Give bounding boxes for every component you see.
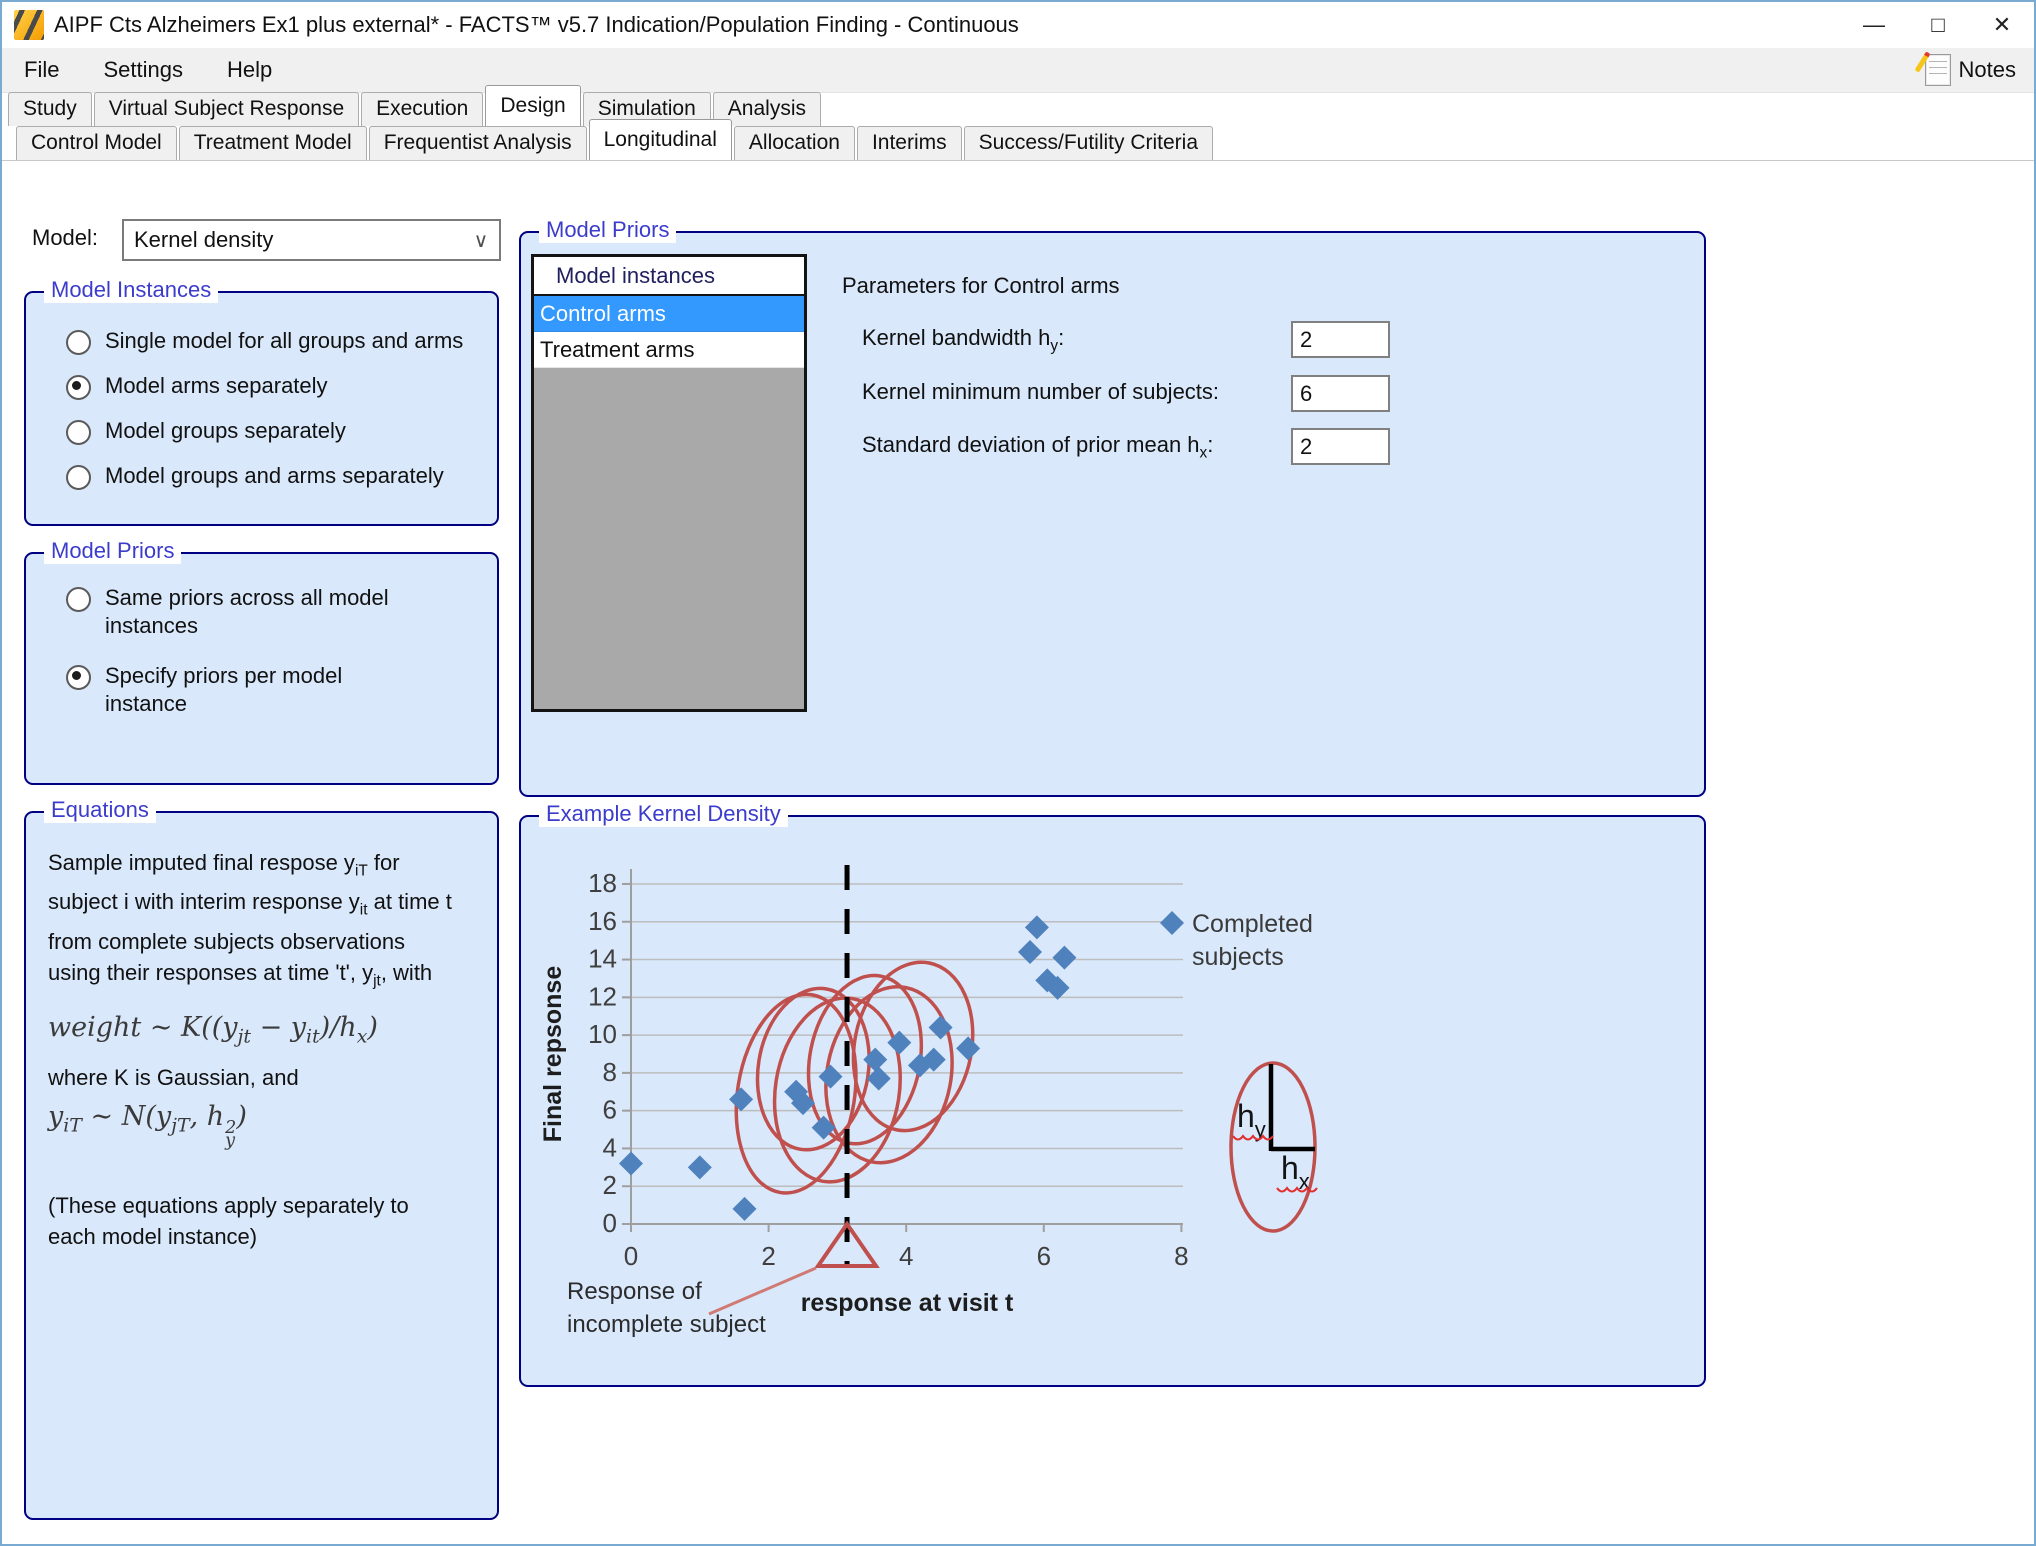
listbox-header: Model instances <box>534 257 804 296</box>
svg-text:hx: hx <box>1281 1150 1310 1194</box>
svg-text:8: 8 <box>1174 1241 1188 1271</box>
radio-model-groups-separately[interactable]: Model groups separately <box>66 417 497 445</box>
app-window: AIPF Cts Alzheimers Ex1 plus external* -… <box>0 0 2036 1546</box>
equations-paragraph: Sample imputed final respose yiT for sub… <box>48 847 479 996</box>
radio-circle-selected <box>66 375 91 400</box>
model-label: Model: <box>32 225 98 251</box>
example-kernel-density-caption: Example Kernel Density <box>539 801 788 827</box>
tab-longitudinal[interactable]: Longitudinal <box>589 119 732 160</box>
svg-text:4: 4 <box>603 1132 617 1162</box>
svg-text:6: 6 <box>603 1095 617 1125</box>
kernel-min-subjects-label: Kernel minimum number of subjects: <box>862 379 1219 405</box>
svg-text:subjects: subjects <box>1192 943 1284 971</box>
svg-text:10: 10 <box>588 1019 617 1049</box>
menu-help[interactable]: Help <box>205 57 294 83</box>
menu-bar: File Settings Help Notes <box>2 48 2034 93</box>
kernel-bandwidth-input[interactable] <box>1291 321 1390 358</box>
tab-interims[interactable]: Interims <box>857 126 962 160</box>
model-instances-caption: Model Instances <box>44 277 218 303</box>
tab-control-model[interactable]: Control Model <box>16 126 177 160</box>
svg-text:18: 18 <box>588 868 617 898</box>
radio-single-model[interactable]: Single model for all groups and arms <box>66 327 497 355</box>
svg-text:12: 12 <box>588 981 617 1011</box>
prior-mean-sd-label: Standard deviation of prior mean hx: <box>862 432 1213 462</box>
radio-model-groups-and-arms[interactable]: Model groups and arms separately <box>66 462 497 490</box>
tab-success-futility-criteria[interactable]: Success/Futility Criteria <box>964 126 1213 160</box>
chevron-down-icon: ∨ <box>463 228 499 253</box>
tab-frequentist-analysis[interactable]: Frequentist Analysis <box>369 126 587 160</box>
svg-text:response at visit t: response at visit t <box>801 1289 1014 1317</box>
model-priors-groupbox: Model Priors Model instances Control arm… <box>519 231 1706 797</box>
tab-design[interactable]: Design <box>485 85 580 126</box>
svg-text:Completed: Completed <box>1192 910 1313 938</box>
gaussian-note: where K is Gaussian, and <box>48 1062 479 1093</box>
svg-text:8: 8 <box>603 1057 617 1087</box>
equations-caption: Equations <box>44 797 156 823</box>
radio-model-arms-separately[interactable]: Model arms separately <box>66 372 497 400</box>
radio-circle <box>66 465 91 490</box>
kernel-density-chart: 0 2 4 6 8 10 12 14 16 18 0 2 4 6 8 Response of incomplet… <box>521 817 1700 1381</box>
example-kernel-density-groupbox: Example Kernel Density 02468101214161802… <box>519 815 1706 1387</box>
radio-circle <box>66 420 91 445</box>
close-button[interactable]: ✕ <box>1970 2 2034 48</box>
kernel-bandwidth-label: Kernel bandwidth hy: <box>862 325 1064 355</box>
svg-text:hy: hy <box>1237 1098 1266 1142</box>
svg-text:14: 14 <box>588 944 617 974</box>
menu-settings[interactable]: Settings <box>81 57 205 83</box>
tab-virtual-subject-response[interactable]: Virtual Subject Response <box>94 92 359 126</box>
model-instances-groupbox: Model Instances Single model for all gro… <box>24 291 499 526</box>
list-item-treatment-arms[interactable]: Treatment arms <box>534 332 804 368</box>
equations-note: (These equations apply separately to eac… <box>48 1190 479 1252</box>
kernel-min-subjects-input[interactable] <box>1291 375 1390 412</box>
model-instances-listbox: Model instances Control arms Treatment a… <box>531 254 807 712</box>
model-priors-mode-groupbox: Model Priors Same priors across all mode… <box>24 552 499 785</box>
svg-text:Response of: Response of <box>567 1278 702 1305</box>
svg-text:0: 0 <box>624 1241 638 1271</box>
prior-mean-sd-input[interactable] <box>1291 428 1390 465</box>
equations-groupbox: Equations Sample imputed final respose y… <box>24 811 499 1520</box>
params-title: Parameters for Control arms <box>842 273 1120 299</box>
menu-file[interactable]: File <box>2 57 81 83</box>
design-tab-strip: Control Model Treatment Model Frequentis… <box>8 126 2034 160</box>
tab-treatment-model[interactable]: Treatment Model <box>179 126 367 160</box>
radio-specify-priors[interactable]: Specify priors per model instance <box>66 662 497 718</box>
svg-text:0: 0 <box>603 1208 617 1238</box>
tab-allocation[interactable]: Allocation <box>734 126 855 160</box>
model-priors-mode-caption: Model Priors <box>44 538 181 564</box>
svg-text:2: 2 <box>761 1241 775 1271</box>
radio-circle <box>66 330 91 355</box>
window-title: AIPF Cts Alzheimers Ex1 plus external* -… <box>54 12 1019 38</box>
normal-equation: yiT ∼ N(yjT, h2y) <box>48 1101 479 1148</box>
svg-text:4: 4 <box>899 1241 913 1271</box>
model-dropdown-value: Kernel density <box>124 227 463 253</box>
svg-text:incomplete subject: incomplete subject <box>567 1311 766 1338</box>
model-dropdown[interactable]: Kernel density ∨ <box>122 219 501 261</box>
notes-label: Notes <box>1959 57 2016 83</box>
radio-circle-selected <box>66 665 91 690</box>
app-logo-icon <box>14 10 44 40</box>
main-tab-strip: Study Virtual Subject Response Execution… <box>8 92 2034 126</box>
minimize-button[interactable]: — <box>1842 2 1906 48</box>
title-bar: AIPF Cts Alzheimers Ex1 plus external* -… <box>2 2 2034 48</box>
svg-text:16: 16 <box>588 906 617 936</box>
weight-equation: weight ∼ K((yjt − yit)/hx) <box>48 1012 479 1047</box>
radio-same-priors[interactable]: Same priors across all model instances <box>66 584 497 640</box>
svg-text:Final repsonse: Final repsonse <box>539 966 567 1143</box>
tab-study[interactable]: Study <box>8 92 92 126</box>
maximize-button[interactable]: □ <box>1906 2 1970 48</box>
notes-button[interactable]: Notes <box>1925 54 2016 86</box>
notes-icon <box>1925 54 1951 86</box>
svg-text:6: 6 <box>1037 1241 1051 1271</box>
svg-text:2: 2 <box>603 1170 617 1200</box>
list-item-control-arms[interactable]: Control arms <box>534 296 804 332</box>
radio-circle <box>66 587 91 612</box>
longitudinal-page: Model: Kernel density ∨ Model Instances … <box>2 160 2034 1544</box>
tab-execution[interactable]: Execution <box>361 92 483 126</box>
model-priors-caption: Model Priors <box>539 217 676 243</box>
